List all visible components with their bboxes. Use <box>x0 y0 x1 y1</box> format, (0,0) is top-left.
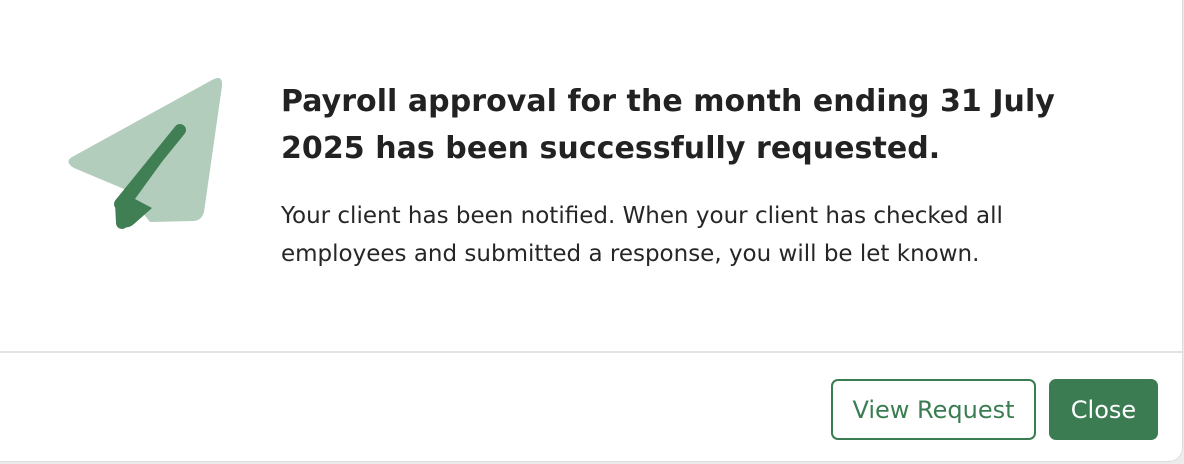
dialog-title: Payroll approval for the month ending 31… <box>281 84 1055 166</box>
footer-divider <box>0 351 1182 353</box>
dialog-message: Your client has been notified. When your… <box>281 203 1003 267</box>
paper-plane-icon <box>68 78 223 229</box>
success-dialog: Payroll approval for the month ending 31… <box>0 0 1183 462</box>
view-request-button[interactable]: View Request <box>831 379 1036 440</box>
close-button[interactable]: Close <box>1049 379 1158 440</box>
